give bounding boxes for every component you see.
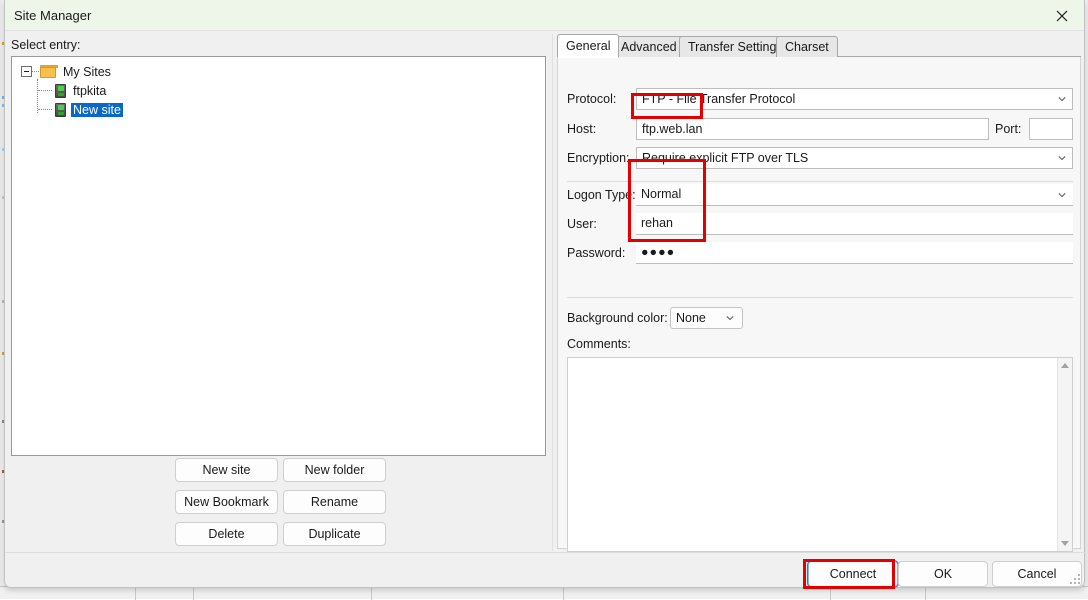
new-bookmark-button[interactable]: New Bookmark	[175, 490, 278, 514]
tree-item-ftpkita[interactable]: ftpkita	[21, 81, 545, 100]
section-divider	[567, 181, 1073, 182]
new-folder-button[interactable]: New folder	[283, 458, 386, 482]
section-divider	[567, 297, 1073, 298]
tree-item-label-selected: New site	[71, 103, 123, 117]
tree-item-new-site[interactable]: New site	[21, 100, 545, 119]
protocol-select[interactable]: FTP - File Transfer Protocol	[636, 88, 1073, 110]
folder-icon	[40, 65, 56, 78]
port-input[interactable]	[1029, 118, 1073, 140]
resize-grip-icon[interactable]	[1070, 574, 1080, 584]
tree-connector	[38, 109, 52, 110]
comments-label: Comments:	[567, 333, 631, 355]
chevron-down-icon	[1058, 154, 1066, 162]
dialog-titlebar: Site Manager	[5, 0, 1084, 31]
site-settings-pane: General Advanced Transfer Settings Chars…	[557, 34, 1081, 549]
scroll-down-icon[interactable]	[1061, 541, 1069, 546]
protocol-label: Protocol:	[567, 88, 616, 110]
close-icon[interactable]	[1039, 0, 1084, 31]
background-color-label: Background color:	[567, 307, 668, 329]
chevron-down-icon	[1058, 95, 1066, 103]
site-tree-panel[interactable]: My Sites ftpkita New site	[11, 56, 546, 456]
host-input[interactable]: ftp.web.lan	[636, 118, 989, 140]
select-entry-label: Select entry:	[11, 38, 80, 52]
collapse-toggle-icon[interactable]	[21, 66, 32, 77]
chevron-down-icon	[726, 314, 734, 322]
dialog-title: Site Manager	[14, 8, 91, 23]
pane-divider	[552, 34, 553, 551]
tab-advanced[interactable]: Advanced	[612, 36, 686, 57]
host-label: Host:	[567, 118, 596, 140]
new-site-button[interactable]: New site	[175, 458, 278, 482]
tab-general[interactable]: General	[557, 34, 619, 58]
tree-connector	[32, 71, 39, 72]
comments-scrollbar[interactable]	[1057, 358, 1072, 551]
bottom-divider	[5, 552, 1086, 553]
logon-type-select[interactable]: Normal	[636, 184, 1073, 206]
server-icon	[55, 84, 66, 98]
user-input[interactable]: rehan	[636, 213, 1073, 235]
chevron-down-icon	[1058, 191, 1066, 199]
cancel-button[interactable]: Cancel	[992, 561, 1082, 587]
tree-item-label: ftpkita	[71, 84, 108, 98]
tab-charset[interactable]: Charset	[776, 36, 838, 57]
connect-button[interactable]: Connect	[808, 561, 898, 587]
encryption-select[interactable]: Require explicit FTP over TLS	[636, 147, 1073, 169]
duplicate-button[interactable]: Duplicate	[283, 522, 386, 546]
scroll-up-icon[interactable]	[1061, 363, 1069, 368]
delete-button[interactable]: Delete	[175, 522, 278, 546]
encryption-label: Encryption:	[567, 147, 630, 169]
logon-type-label: Logon Type:	[567, 184, 636, 206]
tab-transfer-settings[interactable]: Transfer Settings	[679, 36, 792, 57]
tree-item-my-sites[interactable]: My Sites	[21, 62, 545, 81]
site-manager-dialog: Site Manager Select entry: My Sites	[4, 0, 1085, 588]
port-label: Port:	[995, 118, 1021, 140]
ok-button[interactable]: OK	[898, 561, 988, 587]
comments-textarea[interactable]	[567, 357, 1073, 552]
tree-connector	[38, 90, 52, 91]
rename-button[interactable]: Rename	[283, 490, 386, 514]
password-input[interactable]: ●●●●	[636, 242, 1073, 264]
tree-item-label: My Sites	[61, 65, 113, 79]
user-label: User:	[567, 213, 597, 235]
settings-tabstrip: General Advanced Transfer Settings Chars…	[557, 34, 1081, 57]
general-tab-form: Protocol: FTP - File Transfer Protocol H…	[557, 57, 1081, 549]
server-icon	[55, 103, 66, 117]
password-label: Password:	[567, 242, 625, 264]
